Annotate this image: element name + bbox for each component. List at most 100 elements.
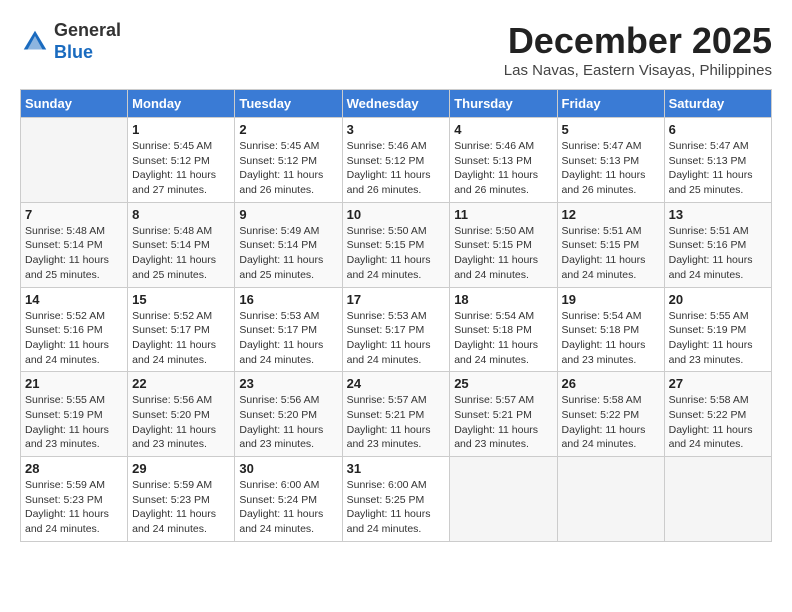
day-info: Sunrise: 5:55 AMSunset: 5:19 PMDaylight:… bbox=[25, 393, 123, 452]
day-info: Sunrise: 5:58 AMSunset: 5:22 PMDaylight:… bbox=[669, 393, 767, 452]
day-number: 12 bbox=[562, 207, 660, 222]
day-number: 24 bbox=[347, 376, 446, 391]
calendar-cell: 9Sunrise: 5:49 AMSunset: 5:14 PMDaylight… bbox=[235, 202, 342, 287]
day-number: 21 bbox=[25, 376, 123, 391]
calendar-cell: 22Sunrise: 5:56 AMSunset: 5:20 PMDayligh… bbox=[128, 372, 235, 457]
calendar-cell: 12 Sunrise: 5:51 AMSunset: 5:15 PMDayligh… bbox=[557, 202, 664, 287]
calendar-cell: 11Sunrise: 5:50 AMSunset: 5:15 PMDayligh… bbox=[450, 202, 557, 287]
day-info: Sunrise: 5:56 AMSunset: 5:20 PMDaylight:… bbox=[239, 393, 337, 452]
header-day-sunday: Sunday bbox=[21, 90, 128, 118]
calendar-cell: 5 Sunrise: 5:47 AMSunset: 5:13 PMDaylight… bbox=[557, 118, 664, 203]
day-number: 10 bbox=[347, 207, 446, 222]
calendar-cell: 8Sunrise: 5:48 AMSunset: 5:14 PMDaylight… bbox=[128, 202, 235, 287]
day-info: Sunrise: 5:59 AMSunset: 5:23 PMDaylight:… bbox=[25, 478, 123, 537]
day-info: Sunrise: 5:52 AMSunset: 5:16 PMDaylight:… bbox=[25, 309, 123, 368]
calendar-cell: 16 Sunrise: 5:53 AMSunset: 5:17 PMDayligh… bbox=[235, 287, 342, 372]
header-day-friday: Friday bbox=[557, 90, 664, 118]
calendar-cell: 31 Sunrise: 6:00 AMSunset: 5:25 PMDayligh… bbox=[342, 457, 450, 542]
day-info: Sunrise: 5:53 AMSunset: 5:17 PMDaylight:… bbox=[239, 309, 337, 368]
day-number: 30 bbox=[239, 461, 337, 476]
calendar-week-1: 1 Sunrise: 5:45 AMSunset: 5:12 PMDaylight… bbox=[21, 118, 772, 203]
day-info: Sunrise: 5:47 AMSunset: 5:13 PMDaylight:… bbox=[669, 139, 767, 198]
day-info: Sunrise: 5:52 AMSunset: 5:17 PMDaylight:… bbox=[132, 309, 230, 368]
calendar-cell: 19 Sunrise: 5:54 AMSunset: 5:18 PMDayligh… bbox=[557, 287, 664, 372]
day-number: 19 bbox=[562, 292, 660, 307]
day-info: Sunrise: 5:54 AMSunset: 5:18 PMDaylight:… bbox=[454, 309, 552, 368]
day-info: Sunrise: 5:48 AMSunset: 5:14 PMDaylight:… bbox=[25, 224, 123, 283]
day-number: 31 bbox=[347, 461, 446, 476]
day-number: 23 bbox=[239, 376, 337, 391]
day-number: 8 bbox=[132, 207, 230, 222]
logo-blue-text: Blue bbox=[54, 42, 93, 62]
logo-general-text: General bbox=[54, 20, 121, 40]
day-number: 20 bbox=[669, 292, 767, 307]
day-number: 16 bbox=[239, 292, 337, 307]
day-number: 1 bbox=[132, 122, 230, 137]
calendar-cell bbox=[557, 457, 664, 542]
calendar-cell: 23 Sunrise: 5:56 AMSunset: 5:20 PMDayligh… bbox=[235, 372, 342, 457]
day-info: Sunrise: 5:46 AMSunset: 5:12 PMDaylight:… bbox=[347, 139, 446, 198]
day-info: Sunrise: 5:45 AMSunset: 5:12 PMDaylight:… bbox=[132, 139, 230, 198]
calendar-week-2: 7 Sunrise: 5:48 AMSunset: 5:14 PMDaylight… bbox=[21, 202, 772, 287]
calendar-cell: 25Sunrise: 5:57 AMSunset: 5:21 PMDayligh… bbox=[450, 372, 557, 457]
header-day-monday: Monday bbox=[128, 90, 235, 118]
day-number: 18 bbox=[454, 292, 552, 307]
calendar-table: SundayMondayTuesdayWednesdayThursdayFrid… bbox=[20, 89, 772, 542]
month-title: December 2025 bbox=[504, 20, 772, 62]
calendar-week-3: 14 Sunrise: 5:52 AMSunset: 5:16 PMDayligh… bbox=[21, 287, 772, 372]
day-number: 15 bbox=[132, 292, 230, 307]
logo-icon bbox=[20, 27, 50, 57]
header-day-thursday: Thursday bbox=[450, 90, 557, 118]
day-number: 29 bbox=[132, 461, 230, 476]
calendar-cell bbox=[664, 457, 771, 542]
day-info: Sunrise: 5:51 AMSunset: 5:16 PMDaylight:… bbox=[669, 224, 767, 283]
day-info: Sunrise: 5:58 AMSunset: 5:22 PMDaylight:… bbox=[562, 393, 660, 452]
calendar-cell: 1 Sunrise: 5:45 AMSunset: 5:12 PMDaylight… bbox=[128, 118, 235, 203]
day-info: Sunrise: 5:47 AMSunset: 5:13 PMDaylight:… bbox=[562, 139, 660, 198]
calendar-cell: 29 Sunrise: 5:59 AMSunset: 5:23 PMDayligh… bbox=[128, 457, 235, 542]
day-number: 14 bbox=[25, 292, 123, 307]
calendar-week-5: 28 Sunrise: 5:59 AMSunset: 5:23 PMDayligh… bbox=[21, 457, 772, 542]
location-subtitle: Las Navas, Eastern Visayas, Philippines bbox=[504, 62, 772, 79]
day-info: Sunrise: 5:51 AMSunset: 5:15 PMDaylight:… bbox=[562, 224, 660, 283]
day-number: 26 bbox=[562, 376, 660, 391]
day-number: 6 bbox=[669, 122, 767, 137]
day-info: Sunrise: 6:00 AMSunset: 5:24 PMDaylight:… bbox=[239, 478, 337, 537]
header-day-wednesday: Wednesday bbox=[342, 90, 450, 118]
day-number: 13 bbox=[669, 207, 767, 222]
calendar-cell: 13 Sunrise: 5:51 AMSunset: 5:16 PMDayligh… bbox=[664, 202, 771, 287]
day-info: Sunrise: 5:54 AMSunset: 5:18 PMDaylight:… bbox=[562, 309, 660, 368]
day-info: Sunrise: 5:57 AMSunset: 5:21 PMDaylight:… bbox=[454, 393, 552, 452]
calendar-cell: 28 Sunrise: 5:59 AMSunset: 5:23 PMDayligh… bbox=[21, 457, 128, 542]
day-info: Sunrise: 5:46 AMSunset: 5:13 PMDaylight:… bbox=[454, 139, 552, 198]
calendar-cell: 17Sunrise: 5:53 AMSunset: 5:17 PMDayligh… bbox=[342, 287, 450, 372]
calendar-cell bbox=[21, 118, 128, 203]
day-info: Sunrise: 5:45 AMSunset: 5:12 PMDaylight:… bbox=[239, 139, 337, 198]
day-info: Sunrise: 5:49 AMSunset: 5:14 PMDaylight:… bbox=[239, 224, 337, 283]
calendar-cell: 7 Sunrise: 5:48 AMSunset: 5:14 PMDaylight… bbox=[21, 202, 128, 287]
day-info: Sunrise: 5:50 AMSunset: 5:15 PMDaylight:… bbox=[347, 224, 446, 283]
page-header: General Blue December 2025 Las Navas, Ea… bbox=[20, 20, 772, 79]
day-number: 2 bbox=[239, 122, 337, 137]
calendar-cell: 4 Sunrise: 5:46 AMSunset: 5:13 PMDaylight… bbox=[450, 118, 557, 203]
calendar-cell: 27Sunrise: 5:58 AMSunset: 5:22 PMDayligh… bbox=[664, 372, 771, 457]
calendar-week-4: 21 Sunrise: 5:55 AMSunset: 5:19 PMDayligh… bbox=[21, 372, 772, 457]
calendar-cell: 15 Sunrise: 5:52 AMSunset: 5:17 PMDayligh… bbox=[128, 287, 235, 372]
calendar-cell: 14 Sunrise: 5:52 AMSunset: 5:16 PMDayligh… bbox=[21, 287, 128, 372]
day-number: 7 bbox=[25, 207, 123, 222]
calendar-cell: 18 Sunrise: 5:54 AMSunset: 5:18 PMDayligh… bbox=[450, 287, 557, 372]
calendar-cell: 21 Sunrise: 5:55 AMSunset: 5:19 PMDayligh… bbox=[21, 372, 128, 457]
calendar-cell: 2 Sunrise: 5:45 AMSunset: 5:12 PMDaylight… bbox=[235, 118, 342, 203]
day-number: 22 bbox=[132, 376, 230, 391]
day-info: Sunrise: 5:55 AMSunset: 5:19 PMDaylight:… bbox=[669, 309, 767, 368]
header-day-tuesday: Tuesday bbox=[235, 90, 342, 118]
header-day-saturday: Saturday bbox=[664, 90, 771, 118]
day-info: Sunrise: 5:50 AMSunset: 5:15 PMDaylight:… bbox=[454, 224, 552, 283]
calendar-cell: 6 Sunrise: 5:47 AMSunset: 5:13 PMDaylight… bbox=[664, 118, 771, 203]
day-number: 4 bbox=[454, 122, 552, 137]
day-info: Sunrise: 5:59 AMSunset: 5:23 PMDaylight:… bbox=[132, 478, 230, 537]
day-number: 5 bbox=[562, 122, 660, 137]
day-number: 28 bbox=[25, 461, 123, 476]
day-number: 17 bbox=[347, 292, 446, 307]
day-info: Sunrise: 6:00 AMSunset: 5:25 PMDaylight:… bbox=[347, 478, 446, 537]
